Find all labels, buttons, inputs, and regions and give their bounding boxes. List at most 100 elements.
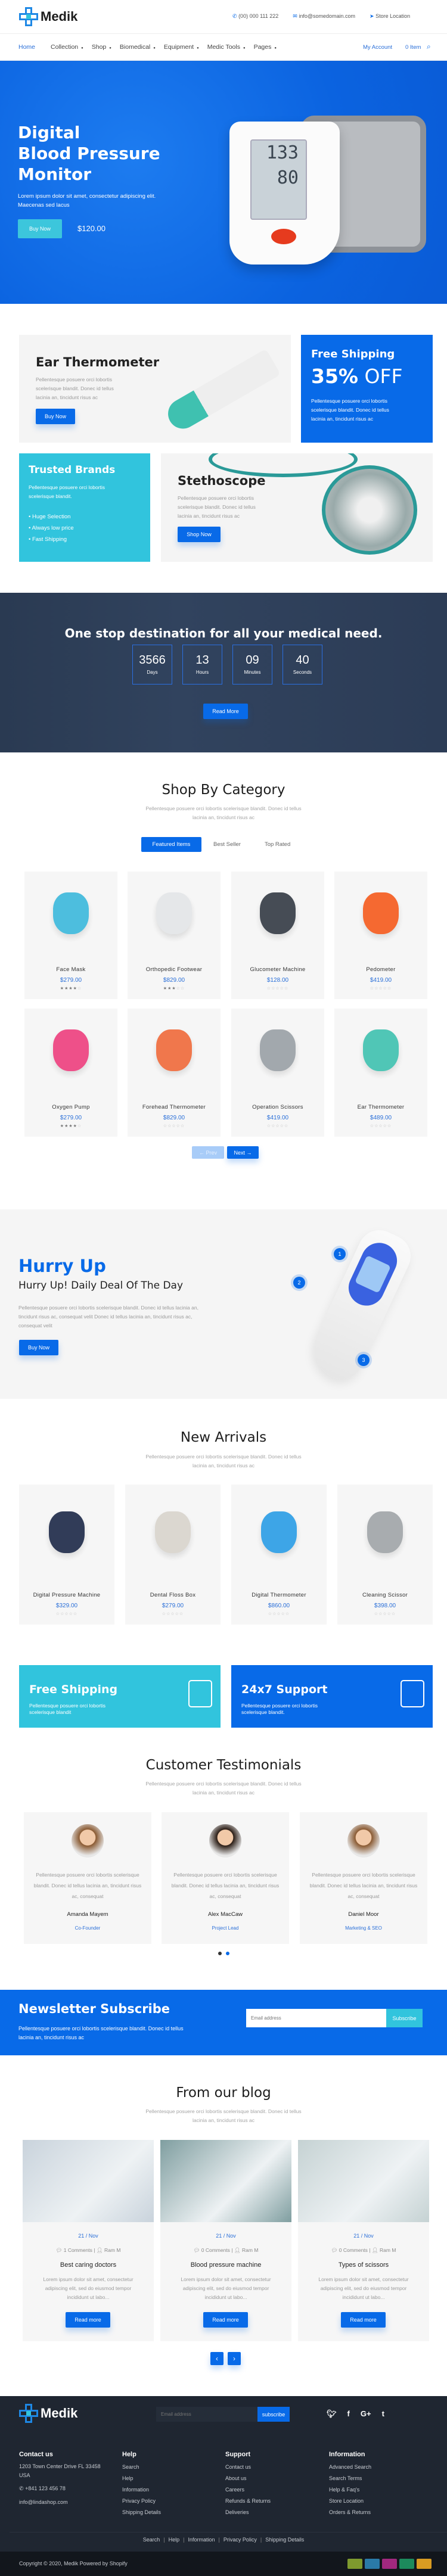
footer-link[interactable]: Refunds & Returns [225,2496,271,2507]
product-image[interactable] [24,1009,117,1092]
carousel-dot[interactable] [226,1952,229,1955]
product-name[interactable]: Digital Pressure Machine [19,1592,114,1598]
product-image[interactable] [128,1009,221,1092]
footer-link[interactable]: Careers [225,2484,271,2496]
callout-marker[interactable]: 3 [358,1354,370,1366]
deal-buy-now-button[interactable]: Buy Now [19,1340,58,1355]
bottom-link[interactable]: Shipping Details [265,2537,304,2543]
product-card[interactable]: Digital Pressure Machine $329.00 ☆☆☆☆☆ [19,1485,114,1625]
product-image[interactable] [231,872,324,955]
product-card[interactable]: Glucometer Machine $128.00 ☆☆☆☆☆ [231,872,324,999]
search-icon[interactable]: ⌕ [427,42,431,51]
facebook-icon[interactable]: f [347,2409,350,2419]
newsletter-email-input[interactable] [246,2009,386,2027]
my-account-link[interactable]: My Account [363,44,392,51]
product-card[interactable]: Face Mask $279.00 ★★★★☆ [24,872,117,999]
footer-link[interactable]: About us [225,2473,271,2484]
footer-logo[interactable]: Medik [19,2404,77,2423]
footer-email-input[interactable] [156,2407,257,2422]
bottom-link[interactable]: Information [188,2537,215,2543]
product-image[interactable] [19,1485,114,1580]
twitter-icon[interactable]: 🐦︎ [327,2409,337,2419]
product-image[interactable] [125,1485,221,1580]
product-image[interactable] [128,872,221,955]
read-more-button[interactable]: Read more [203,2312,248,2328]
bottom-link[interactable]: Search [143,2537,160,2543]
email-link[interactable]: ✉ info@somedomain.com [293,13,355,20]
product-card[interactable]: Orthopedic Footwear $829.00 ★★★☆☆ [128,872,221,999]
product-name[interactable]: Pedometer [334,966,427,973]
nav-biomedical[interactable]: Biomedical ● [120,43,156,51]
blog-title[interactable]: Best caring doctors [23,2261,154,2269]
blog-title[interactable]: Blood pressure machine [160,2261,291,2269]
callout-marker[interactable]: 1 [334,1248,346,1260]
read-more-button[interactable]: Read More [203,704,248,719]
footer-link[interactable]: Shipping Details [122,2507,161,2518]
footer-link[interactable]: Privacy Policy [122,2496,161,2507]
next-button[interactable]: Next → [227,1146,259,1159]
product-name[interactable]: Orthopedic Footwear [128,966,221,973]
nav-medic-tools[interactable]: Medic Tools ● [207,43,246,51]
product-name[interactable]: Forehead Thermometer [128,1104,221,1110]
bottom-link[interactable]: Privacy Policy [224,2537,257,2543]
product-card[interactable]: Forehead Thermometer $829.00 ☆☆☆☆☆ [128,1009,221,1137]
tab-best-seller[interactable]: Best Seller [201,837,253,852]
nav-home[interactable]: Home [18,43,35,51]
logo[interactable]: Medik [19,7,77,26]
footer-subscribe-button[interactable]: subscribe [257,2407,290,2422]
footer-link[interactable]: Advanced Search [329,2462,371,2473]
product-card[interactable]: Digital Thermometer $860.00 ☆☆☆☆☆ [231,1485,327,1625]
shop-now-button[interactable]: Shop Now [178,527,221,542]
footer-link[interactable]: Help & Faq's [329,2484,371,2496]
store-location-link[interactable]: ➤ Store Location [370,13,410,20]
product-card[interactable]: Pedometer $419.00 ☆☆☆☆☆ [334,872,427,999]
footer-link[interactable]: Search [122,2462,161,2473]
nav-equipment[interactable]: Equipment ● [164,43,199,51]
product-card[interactable]: Operation Scissors $419.00 ☆☆☆☆☆ [231,1009,324,1137]
footer-link[interactable]: Search Terms [329,2473,371,2484]
nav-pages[interactable]: Pages ● [254,43,277,51]
footer-link[interactable]: Help [122,2473,161,2484]
tab-featured-items[interactable]: Featured Items [141,837,201,852]
bottom-link[interactable]: Help [169,2537,180,2543]
product-card[interactable]: Dental Floss Box $279.00 ☆☆☆☆☆ [125,1485,221,1625]
product-card[interactable]: Oxygen Pump $279.00 ★★★★☆ [24,1009,117,1137]
tab-top-rated[interactable]: Top Rated [253,837,302,852]
product-name[interactable]: Oxygen Pump [24,1104,117,1110]
product-name[interactable]: Digital Thermometer [231,1592,327,1598]
footer-link[interactable]: Store Location [329,2496,371,2507]
subscribe-button[interactable]: Subscribe [386,2009,423,2027]
product-image[interactable] [337,1485,433,1580]
blog-next-arrow-icon[interactable]: › [228,2352,241,2365]
product-card[interactable]: Cleaning Scissor $398.00 ☆☆☆☆☆ [337,1485,433,1625]
cart-link[interactable]: 0 Item [405,44,421,51]
nav-collection[interactable]: Collection ● [51,43,83,51]
product-name[interactable]: Dental Floss Box [125,1592,221,1598]
carousel-dot[interactable] [218,1952,222,1955]
product-card[interactable]: Ear Thermometer $489.00 ☆☆☆☆☆ [334,1009,427,1137]
tumblr-icon[interactable]: t [382,2409,384,2419]
product-name[interactable]: Glucometer Machine [231,966,324,973]
product-image[interactable] [231,1485,327,1580]
callout-marker[interactable]: 2 [293,1277,305,1289]
product-name[interactable]: Cleaning Scissor [337,1592,433,1598]
footer-link[interactable]: Orders & Returns [329,2507,371,2518]
product-image[interactable] [24,872,117,955]
hero-buy-now-button[interactable]: Buy Now [18,219,62,238]
product-name[interactable]: Ear Thermometer [334,1104,427,1110]
footer-link[interactable]: Information [122,2484,161,2496]
read-more-button[interactable]: Read more [341,2312,386,2328]
product-name[interactable]: Operation Scissors [231,1104,324,1110]
blog-image[interactable] [23,2140,154,2222]
product-name[interactable]: Face Mask [24,966,117,973]
prev-button[interactable]: ← Prev [192,1146,224,1159]
blog-title[interactable]: Types of scissors [298,2261,429,2269]
blog-image[interactable] [298,2140,429,2222]
nav-shop[interactable]: Shop ● [92,43,111,51]
footer-link[interactable]: Contact us [225,2462,271,2473]
ear-buy-now-button[interactable]: Buy Now [36,409,75,424]
read-more-button[interactable]: Read more [66,2312,110,2328]
blog-prev-arrow-icon[interactable]: ‹ [210,2352,224,2365]
google-plus-icon[interactable]: G+ [361,2409,371,2419]
product-image[interactable] [334,1009,427,1092]
